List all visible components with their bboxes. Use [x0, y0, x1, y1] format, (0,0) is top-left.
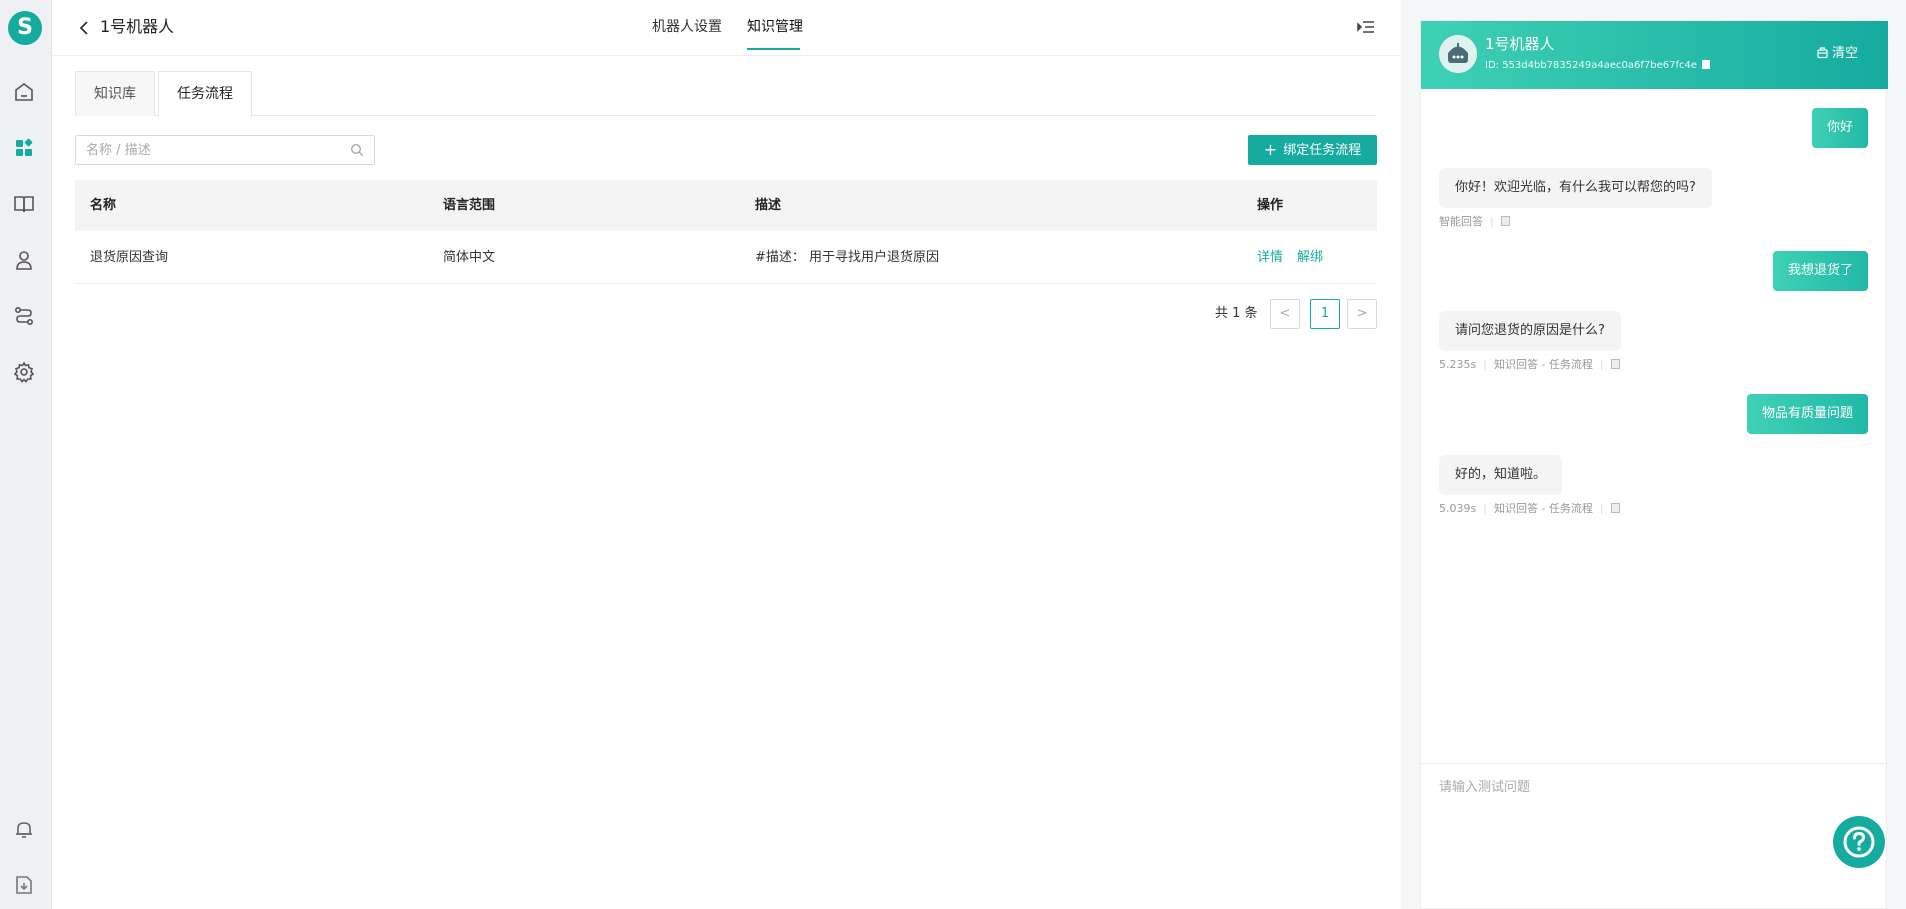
meta-time: 5.039s	[1439, 502, 1477, 515]
pagination-total: 共 1 条	[1215, 306, 1258, 321]
tab-knowledge-management[interactable]: 知识管理	[747, 17, 803, 37]
clear-chat-label: 清空	[1832, 46, 1859, 61]
meta-source: 知识回答 - 任务流程	[1493, 502, 1593, 515]
next-page-button[interactable]: >	[1347, 299, 1377, 329]
meta-time: 5.235s	[1439, 358, 1477, 371]
unbind-link[interactable]: 解绑	[1297, 250, 1323, 265]
plus-icon: +	[1263, 140, 1278, 159]
clear-icon	[1817, 47, 1828, 59]
main-panel: 1号机器人 机器人设置 知识管理 知识库 任务流程 + 绑定任务流程 名称 语言范…	[52, 0, 1401, 909]
row-actions: 详情 解绑	[1257, 231, 1337, 284]
gear-icon[interactable]	[12, 360, 36, 384]
user-message: 物品有质量问题	[1746, 394, 1868, 434]
book-icon[interactable]	[12, 192, 36, 216]
help-icon	[1843, 826, 1875, 858]
meta-source: 知识回答 - 任务流程	[1493, 358, 1593, 371]
bot-message: 请问您退货的原因是什么?	[1439, 311, 1621, 351]
home-icon[interactable]	[12, 80, 36, 104]
meta-source: 智能回答	[1439, 215, 1483, 228]
download-icon[interactable]	[12, 873, 36, 897]
task-flow-table: 名称 语言范围 描述 操作 退货原因查询 简体中文 #描述： 用于寻找用户退货原…	[75, 180, 1377, 284]
back-arrow-icon[interactable]	[74, 16, 94, 40]
subtab-bar: 知识库 任务流程	[75, 71, 1376, 117]
copy-icon[interactable]	[1610, 359, 1620, 369]
subtab-knowledge-base[interactable]: 知识库	[75, 71, 155, 116]
chat-robot-id: ID: 553d4bb7835249a4aec0a6f7be67fc4e	[1485, 59, 1711, 73]
row-name: 退货原因查询	[90, 250, 169, 265]
subtab-task-flow[interactable]: 任务流程	[158, 71, 252, 117]
chat-input-area	[1421, 763, 1886, 909]
copy-icon[interactable]	[1610, 503, 1620, 513]
dashboard-icon[interactable]	[12, 136, 36, 160]
search-input[interactable]	[86, 141, 336, 159]
chat-test-panel: 1号机器人 ID: 553d4bb7835249a4aec0a6f7be67fc…	[1420, 20, 1888, 909]
active-tab-indicator	[747, 48, 800, 50]
help-button[interactable]	[1833, 816, 1885, 868]
bot-message-meta: 5.039s | 知识回答 - 任务流程 |	[1439, 502, 1620, 516]
clear-chat-button[interactable]: 清空	[1816, 46, 1858, 62]
flow-icon[interactable]	[12, 304, 36, 328]
column-header-description: 描述	[755, 198, 782, 213]
search-box	[75, 135, 375, 165]
table-header: 名称 语言范围 描述 操作	[75, 180, 1377, 231]
page-1-button[interactable]: 1	[1310, 299, 1340, 329]
top-bar: 1号机器人 机器人设置 知识管理	[52, 0, 1401, 56]
prev-page-button[interactable]: <	[1270, 299, 1300, 329]
user-message: 你好	[1811, 108, 1868, 148]
bell-icon[interactable]	[12, 817, 36, 841]
detail-link[interactable]: 详情	[1257, 250, 1283, 265]
bot-message: 你好！欢迎光临，有什么我可以帮您的吗?	[1439, 168, 1712, 208]
chat-robot-id-text: ID: 553d4bb7835249a4aec0a6f7be67fc4e	[1485, 60, 1697, 71]
bot-message-meta: 5.235s | 知识回答 - 任务流程 |	[1439, 358, 1620, 372]
row-description: #描述： 用于寻找用户退货原因	[755, 250, 940, 265]
bind-task-flow-button[interactable]: + 绑定任务流程	[1248, 135, 1377, 165]
column-header-actions: 操作	[1257, 198, 1284, 213]
chat-robot-name: 1号机器人	[1485, 35, 1555, 53]
column-header-name: 名称	[90, 198, 117, 213]
user-message: 我想退货了	[1772, 251, 1868, 291]
robot-avatar	[1439, 35, 1477, 73]
bind-task-flow-label: 绑定任务流程	[1283, 143, 1362, 158]
app-logo[interactable]: S	[8, 11, 42, 45]
robot-title: 1号机器人	[100, 17, 175, 36]
copy-icon[interactable]	[1500, 216, 1510, 226]
chat-input[interactable]	[1439, 776, 1859, 876]
table-row: 退货原因查询 简体中文 #描述： 用于寻找用户退货原因 详情 解绑	[75, 231, 1377, 284]
tab-robot-settings[interactable]: 机器人设置	[652, 17, 722, 37]
chat-header: 1号机器人 ID: 553d4bb7835249a4aec0a6f7be67fc…	[1421, 21, 1888, 89]
copy-id-icon[interactable]	[1702, 60, 1711, 69]
column-header-language: 语言范围	[443, 198, 496, 213]
bot-message: 好的，知道啦。	[1439, 455, 1563, 495]
search-icon[interactable]	[350, 143, 364, 157]
row-language: 简体中文	[443, 250, 496, 265]
left-rail: S	[0, 0, 52, 909]
collapse-panel-icon[interactable]	[1356, 18, 1376, 38]
bot-message-meta: 智能回答 |	[1439, 215, 1510, 229]
user-robot-icon[interactable]	[12, 248, 36, 272]
